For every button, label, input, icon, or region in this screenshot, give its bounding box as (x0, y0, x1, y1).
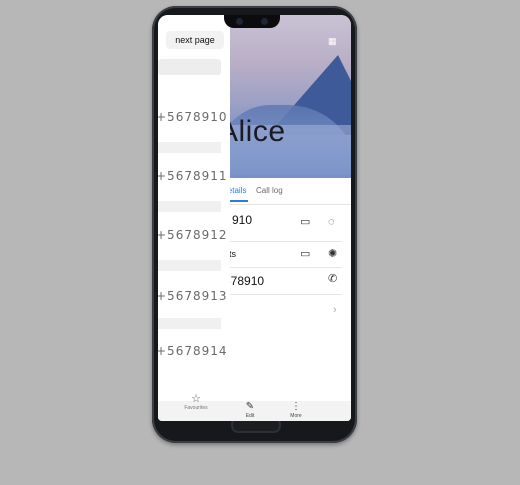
number-item[interactable]: +5678914 (158, 344, 228, 358)
row-divider (222, 294, 342, 295)
star-icon: ☆ (191, 393, 201, 405)
edit-button[interactable]: ✎ Edit (230, 401, 270, 419)
tab-call-log[interactable]: Call log (256, 186, 283, 195)
chat-bubble-icon[interactable]: ✺ (328, 249, 337, 260)
phone-number-text: 910 (232, 213, 253, 227)
video-call-icon[interactable]: ▭ (300, 249, 310, 260)
list-separator (158, 318, 221, 329)
favourites-label: Favourites (184, 405, 208, 411)
next-page-button[interactable]: next page (166, 31, 224, 49)
list-separator (158, 142, 221, 153)
phone-frame: ▦ Alice Details Call log 910 ▭ ◌ nts ▭ ✺… (152, 6, 357, 443)
phone-icon[interactable]: ✆ (328, 274, 337, 285)
more-button[interactable]: ⋮ More (276, 401, 316, 419)
phone-screen: ▦ Alice Details Call log 910 ▭ ◌ nts ▭ ✺… (158, 15, 351, 421)
video-call-icon[interactable]: ▭ (300, 217, 310, 228)
list-separator (158, 260, 221, 271)
number-item[interactable]: +5678911 (158, 169, 228, 183)
message-icon[interactable]: ◌ (328, 217, 335, 228)
number-item[interactable]: +5678912 (158, 228, 228, 242)
edit-label: Edit (245, 413, 255, 419)
list-separator (158, 201, 221, 212)
number-item[interactable]: +5678910 (158, 110, 228, 124)
number-item[interactable]: +5678913 (158, 289, 228, 303)
camera-lens-right (261, 18, 268, 25)
qr-code-icon[interactable]: ▦ (328, 36, 337, 47)
favourites-button[interactable]: ☆ Favourites (176, 393, 216, 411)
more-vertical-icon: ⋮ (291, 401, 301, 412)
phone-number-text: 678910 (224, 274, 265, 288)
camera-notch (224, 15, 280, 28)
chevron-right-icon[interactable]: › (333, 305, 337, 316)
number-list-overlay: next page +5678910 +5678911 +5678912 +56… (158, 15, 230, 401)
search-bar[interactable] (158, 59, 221, 75)
pencil-icon: ✎ (245, 401, 255, 412)
more-label: More (290, 413, 302, 419)
row-divider (222, 267, 342, 268)
camera-lens-left (236, 18, 243, 25)
row-divider (222, 241, 342, 242)
